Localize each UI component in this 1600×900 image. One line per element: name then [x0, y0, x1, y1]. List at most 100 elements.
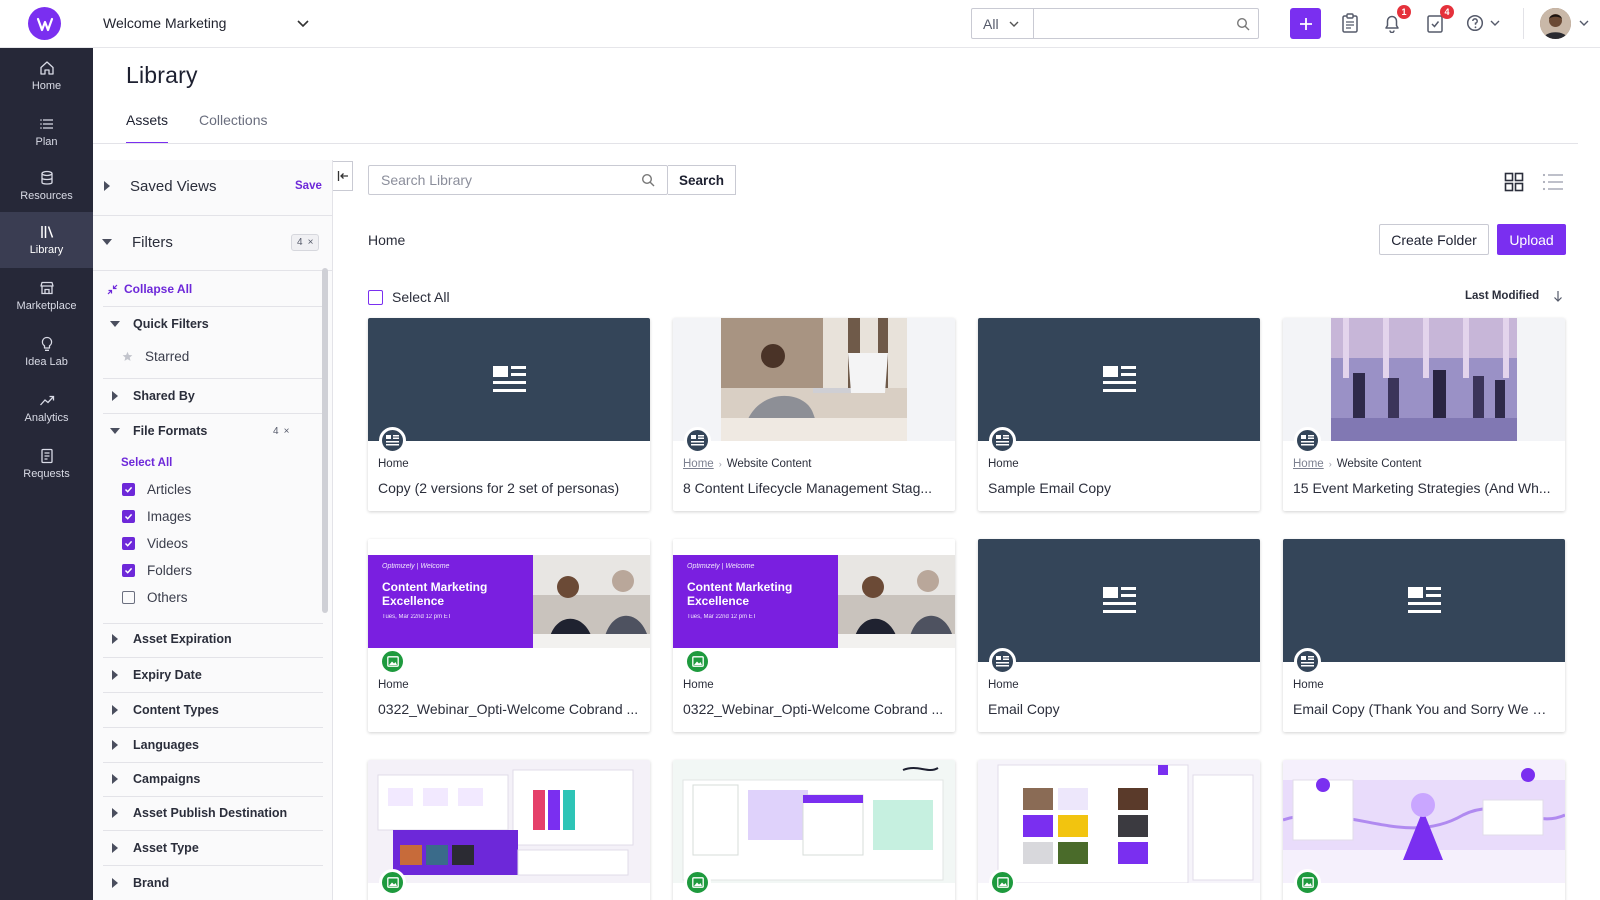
article-icon: [492, 365, 526, 392]
create-folder-button[interactable]: Create Folder: [1379, 224, 1489, 255]
checkbox[interactable]: [368, 289, 383, 305]
filter-panel-scrollbar[interactable]: [322, 268, 328, 613]
saved-views-header[interactable]: Saved Views Save: [93, 168, 332, 204]
sort-control[interactable]: Last Modified: [1465, 290, 1563, 302]
asset-card[interactable]: [673, 760, 955, 900]
asset-title[interactable]: 0322_Webinar_Opti-Welcome Cobrand ...: [683, 701, 945, 717]
asset-title[interactable]: 0322_Webinar_Opti-Welcome Cobrand ...: [378, 701, 640, 717]
asset-card[interactable]: Home › Website Content 15 Event Marketing …: [1283, 318, 1565, 511]
asset-card[interactable]: [1283, 760, 1565, 900]
help-menu[interactable]: [1466, 12, 1506, 34]
library-search-input[interactable]: [369, 172, 641, 188]
nav-item-analytics[interactable]: Analytics: [0, 380, 93, 436]
asset-title[interactable]: Copy (2 versions for 2 set of personas): [378, 480, 640, 496]
asset-card[interactable]: [978, 760, 1260, 900]
asset-card[interactable]: Optimizely | Welcome Content Marketing E…: [368, 539, 650, 732]
select-all-assets[interactable]: Select All: [368, 289, 450, 305]
collapse-all-button[interactable]: Collapse All: [93, 278, 332, 300]
format-option-others[interactable]: Others: [93, 586, 332, 608]
asset-title[interactable]: Sample Email Copy: [988, 480, 1250, 496]
welcome-logo-icon[interactable]: [28, 7, 61, 40]
nav-item-resources[interactable]: Resources: [0, 158, 93, 214]
checkbox[interactable]: [122, 509, 135, 523]
check-icon: [124, 540, 133, 547]
format-option-folders[interactable]: Folders: [93, 559, 332, 581]
avatar[interactable]: [1540, 8, 1571, 39]
file-formats-count-chip[interactable]: 4 ×: [273, 426, 289, 437]
starred-filter[interactable]: Starred: [93, 345, 332, 367]
shared-by-filter[interactable]: Shared By: [93, 385, 332, 407]
asset-card[interactable]: Home Sample Email Copy: [978, 318, 1260, 511]
list-view-icon[interactable]: [1542, 172, 1564, 192]
filter-section-content-types[interactable]: Content Types: [93, 699, 332, 721]
asset-card[interactable]: Home Email Copy: [978, 539, 1260, 732]
format-option-articles[interactable]: Articles: [93, 478, 332, 500]
asset-thumbnail: [673, 318, 955, 441]
workspace-name[interactable]: Welcome Marketing: [103, 15, 226, 31]
tab-assets[interactable]: Assets: [126, 108, 169, 144]
asset-title[interactable]: Email Copy: [988, 701, 1250, 717]
checkbox[interactable]: [122, 590, 135, 604]
bell-icon[interactable]: 1: [1381, 5, 1411, 34]
global-search-input[interactable]: [1034, 9, 1228, 38]
divider: [103, 413, 323, 414]
tasks-icon[interactable]: 4: [1424, 5, 1454, 34]
nav-item-library[interactable]: Library: [0, 212, 93, 268]
breadcrumb[interactable]: Home: [368, 232, 405, 248]
grid-view-icon[interactable]: [1504, 172, 1524, 192]
asset-path: Home: [1293, 679, 1324, 691]
asset-title[interactable]: Email Copy (Thank You and Sorry We M...: [1293, 701, 1555, 717]
file-formats-header[interactable]: File Formats 4 ×: [93, 420, 332, 442]
asset-thumbnail: [368, 318, 650, 441]
asset-title[interactable]: 8 Content Lifecycle Management Stag...: [683, 480, 945, 496]
article-icon: [989, 648, 1016, 675]
asset-card[interactable]: [368, 760, 650, 900]
filter-section-brand[interactable]: Brand: [93, 872, 332, 894]
nav-item-idea-lab[interactable]: Idea Lab: [0, 324, 93, 380]
chevron-right-icon: ›: [718, 459, 722, 469]
upload-button[interactable]: Upload: [1497, 224, 1566, 255]
format-option-videos[interactable]: Videos: [93, 532, 332, 554]
filter-section-asset-expiration[interactable]: Asset Expiration: [93, 628, 332, 650]
caret-right-icon: [112, 843, 118, 853]
filter-section-expiry-date[interactable]: Expiry Date: [93, 664, 332, 686]
search-icon[interactable]: [641, 173, 655, 187]
quick-filters-header[interactable]: Quick Filters: [93, 313, 332, 335]
nav-item-marketplace[interactable]: Marketplace: [0, 268, 93, 324]
nav-item-plan[interactable]: Plan: [0, 104, 93, 160]
filters-header[interactable]: Filters 4 ×: [93, 224, 332, 260]
arrow-down-icon[interactable]: [1553, 290, 1563, 302]
filter-section-languages[interactable]: Languages: [93, 734, 332, 756]
save-view-button[interactable]: Save: [295, 180, 322, 192]
asset-path: Home: [378, 458, 409, 470]
asset-title[interactable]: 15 Event Marketing Strategies (And Wh...: [1293, 480, 1555, 496]
filters-count-chip[interactable]: 4 ×: [291, 233, 320, 251]
filter-section-campaigns[interactable]: Campaigns: [93, 768, 332, 790]
clipboard-icon[interactable]: [1339, 12, 1361, 34]
event-crowd-image: [1331, 318, 1517, 441]
search-icon[interactable]: [1228, 9, 1258, 38]
search-scope-select[interactable]: All: [972, 9, 1034, 38]
collapse-panel-button[interactable]: [333, 161, 353, 191]
nav-item-requests[interactable]: Requests: [0, 436, 93, 492]
asset-card[interactable]: Optimizely | Welcome Content Marketing E…: [673, 539, 955, 732]
chevron-down-icon[interactable]: [1578, 17, 1590, 29]
nav-item-home[interactable]: Home: [0, 48, 93, 104]
file-formats-select-all[interactable]: Select All: [93, 452, 332, 474]
asset-card[interactable]: Home Copy (2 versions for 2 set of perso…: [368, 318, 650, 511]
library-tabs: Assets Collections: [126, 108, 268, 144]
caret-right-icon: [112, 808, 118, 818]
asset-card[interactable]: Home › Website Content 8 Content Lifecycle…: [673, 318, 955, 511]
checkbox[interactable]: [122, 482, 135, 496]
checkbox[interactable]: [122, 563, 135, 577]
chevron-down-icon[interactable]: [296, 16, 310, 30]
asset-card[interactable]: Home Email Copy (Thank You and Sorry We …: [1283, 539, 1565, 732]
format-option-images[interactable]: Images: [93, 505, 332, 527]
webinar-banner: Optimizely | Welcome Content Marketing E…: [673, 555, 838, 648]
filter-section-asset-publish-destination[interactable]: Asset Publish Destination: [93, 802, 332, 824]
create-new-button[interactable]: [1290, 8, 1321, 39]
search-button[interactable]: Search: [668, 165, 736, 195]
tab-collections[interactable]: Collections: [199, 108, 267, 144]
checkbox[interactable]: [122, 536, 135, 550]
filter-section-asset-type[interactable]: Asset Type: [93, 837, 332, 859]
